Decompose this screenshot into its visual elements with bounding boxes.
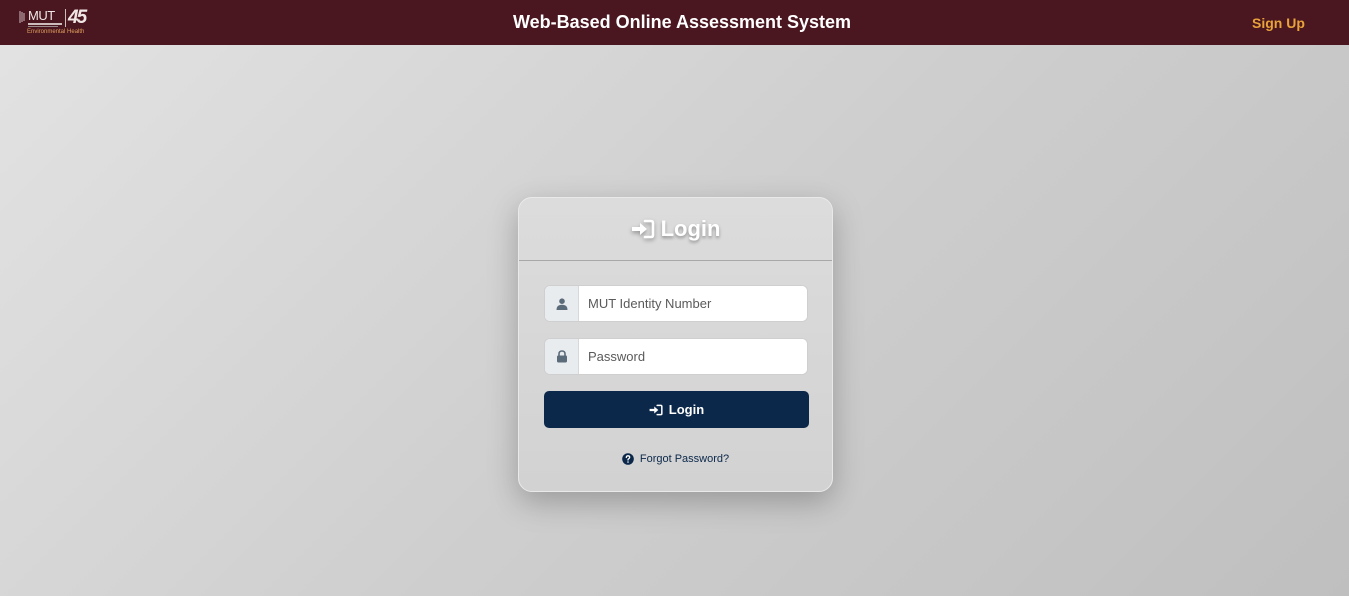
login-card: Login Login For: [518, 197, 833, 492]
forgot-password-link[interactable]: Forgot Password?: [519, 453, 832, 465]
forgot-password-label: Forgot Password?: [639, 453, 730, 465]
page-title: Web-Based Online Assessment System: [512, 12, 852, 32]
user-icon: [556, 297, 567, 310]
identity-field-addon: [545, 286, 579, 321]
password-field: [544, 338, 808, 375]
password-field-addon: [545, 339, 579, 374]
login-card-header: Login: [519, 198, 832, 261]
login-title: Login: [660, 216, 721, 241]
sign-up-link[interactable]: Sign Up: [1252, 15, 1305, 31]
identity-field: [544, 285, 808, 322]
sign-in-icon: [649, 404, 663, 415]
identity-number-input[interactable]: [579, 286, 807, 321]
login-button[interactable]: Login: [544, 391, 809, 428]
sign-in-icon: [631, 219, 654, 239]
lock-icon: [556, 350, 567, 363]
top-navbar: MUT 45 Environmental Health Web-Based On…: [0, 0, 1349, 45]
password-input[interactable]: [579, 339, 807, 374]
question-circle-icon: [622, 453, 634, 465]
login-button-label: Login: [668, 402, 705, 417]
